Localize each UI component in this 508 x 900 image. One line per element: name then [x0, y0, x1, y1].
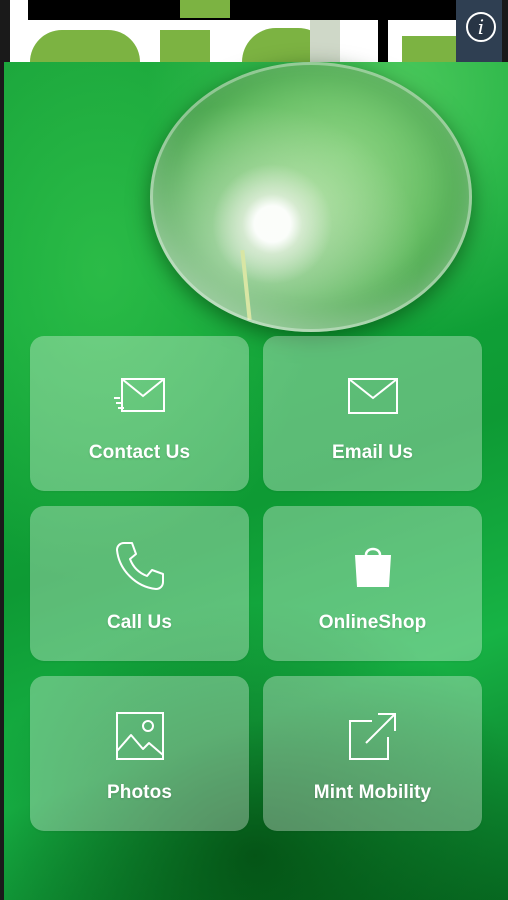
logo-banner — [10, 0, 502, 62]
tile-label: Email Us — [331, 442, 414, 463]
tile-label: Photos — [107, 782, 172, 803]
logo-shape — [310, 20, 340, 62]
app-screen: i Contact Us Email Us Call Us OnlineShop… — [0, 0, 508, 900]
phone-icon — [114, 540, 166, 592]
tile-label: Call Us — [106, 612, 173, 633]
external-link-icon — [347, 710, 399, 762]
tile-label: Mint Mobility — [313, 782, 432, 803]
contact-us-tile[interactable]: Contact Us — [30, 336, 249, 491]
shopping-bag-icon — [347, 540, 399, 592]
logo-shape — [160, 30, 210, 62]
droplet-rim — [150, 62, 472, 332]
photo-icon — [114, 710, 166, 762]
call-us-tile[interactable]: Call Us — [30, 506, 249, 661]
logo-shape — [402, 36, 462, 62]
menu-grid: Contact Us Email Us Call Us OnlineShop P… — [30, 336, 482, 831]
contact-envelope-icon — [113, 370, 166, 422]
logo-black-band — [28, 0, 458, 20]
info-icon[interactable]: i — [466, 12, 496, 42]
email-us-tile[interactable]: Email Us — [263, 336, 482, 491]
envelope-icon — [347, 370, 399, 422]
logo-shape — [180, 0, 230, 18]
tile-label: Contact Us — [88, 442, 191, 463]
mint-mobility-tile[interactable]: Mint Mobility — [263, 676, 482, 831]
logo-shape — [378, 20, 388, 62]
tile-label: OnlineShop — [318, 612, 427, 633]
header-banner: i — [0, 0, 508, 62]
logo-shape — [30, 30, 140, 62]
left-edge-bar — [0, 62, 4, 900]
online-shop-tile[interactable]: OnlineShop — [263, 506, 482, 661]
photos-tile[interactable]: Photos — [30, 676, 249, 831]
